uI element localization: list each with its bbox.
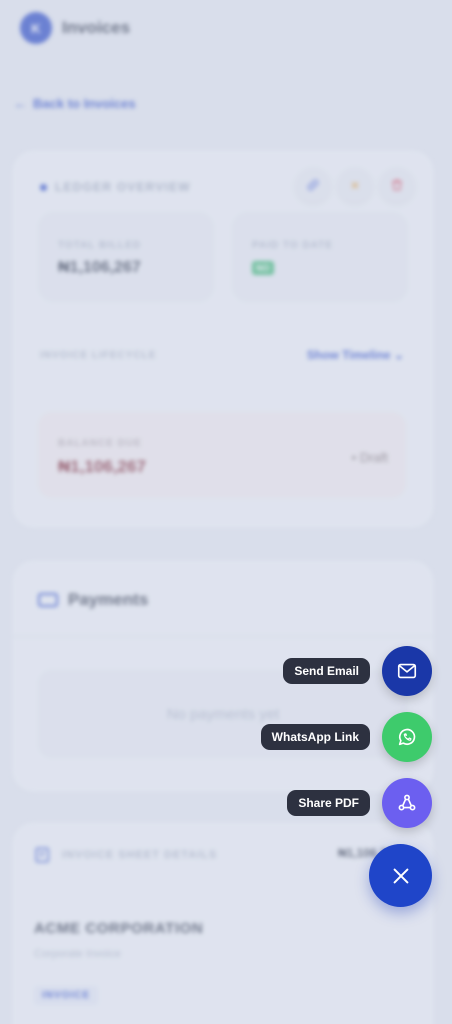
close-icon: [393, 868, 408, 883]
send-email-label[interactable]: Send Email: [283, 658, 370, 684]
share-pdf-label[interactable]: Share PDF: [287, 790, 370, 816]
share-icon: [398, 794, 416, 811]
whatsapp-icon: [398, 728, 416, 746]
mail-icon: [397, 663, 417, 679]
whatsapp-button[interactable]: [382, 712, 432, 762]
share-pdf-action[interactable]: Share PDF: [287, 778, 432, 828]
share-pdf-button[interactable]: [382, 778, 432, 828]
send-email-action[interactable]: Send Email: [283, 646, 432, 696]
whatsapp-action[interactable]: WhatsApp Link: [260, 712, 432, 762]
close-menu-button[interactable]: [369, 844, 432, 907]
send-email-button[interactable]: [382, 646, 432, 696]
whatsapp-label[interactable]: WhatsApp Link: [260, 724, 370, 750]
